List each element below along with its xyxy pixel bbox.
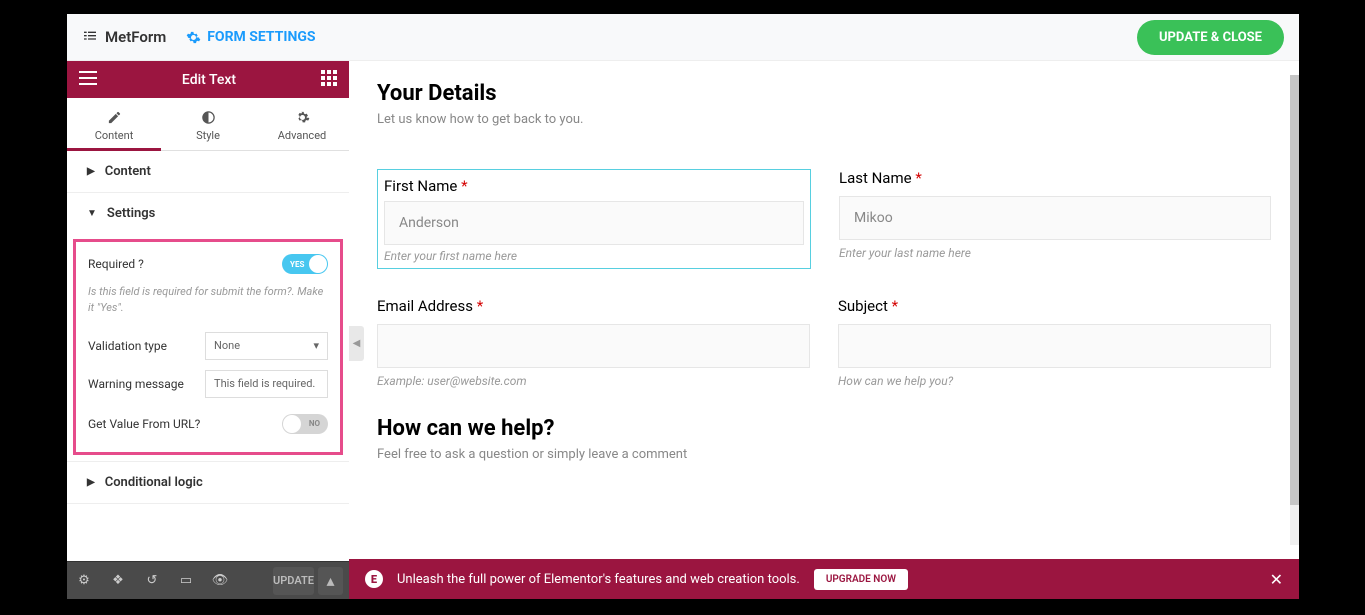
caret-right-icon: ▶	[87, 477, 95, 488]
tab-content[interactable]: Content	[67, 98, 161, 150]
accordion-content[interactable]: ▶ Content	[67, 151, 349, 192]
subject-hint: How can we help you?	[838, 374, 1271, 388]
accordion-settings[interactable]: ▼ Settings	[67, 193, 349, 234]
required-label: Required ?	[88, 257, 144, 271]
lastname-hint: Enter your last name here	[839, 246, 1271, 260]
toggle-yes-text: YES	[290, 260, 304, 269]
sidebar-footer: ⚙ ❖ ↺ ▭ 👁 UPDATE ▴	[67, 561, 349, 599]
tab-content-label: Content	[95, 129, 134, 142]
footer-preview-icon[interactable]: 👁	[203, 562, 237, 600]
sidebar-tabs: Content Style Advanced	[67, 98, 349, 151]
accordion-settings-label: Settings	[107, 206, 155, 221]
topbar: MetForm FORM SETTINGS UPDATE & CLOSE	[67, 14, 1299, 61]
firstname-hint: Enter your first name here	[378, 249, 810, 263]
upgrade-button[interactable]: UPGRADE NOW	[814, 569, 908, 590]
email-hint: Example: user@website.com	[377, 374, 810, 388]
footer-settings-icon[interactable]: ⚙	[67, 562, 101, 600]
section-sub: Let us know how to get back to you.	[377, 112, 1271, 127]
lastname-input[interactable]	[839, 196, 1271, 240]
footer-update-dropdown[interactable]: ▴	[318, 567, 343, 595]
required-control: Required ? YES	[88, 254, 328, 274]
field-firstname-selected[interactable]: First Name * Enter your first name here	[377, 169, 811, 269]
form-settings-label: FORM SETTINGS	[207, 29, 315, 45]
firstname-input[interactable]	[384, 201, 804, 245]
pencil-icon	[107, 110, 122, 125]
required-toggle[interactable]: YES	[282, 254, 328, 274]
upgrade-banner: E Unleash the full power of Elementor's …	[349, 559, 1299, 599]
footer-layers-icon[interactable]: ❖	[101, 562, 135, 600]
accordion: ▶ Content ▼ Settings Required ? YES	[67, 151, 349, 504]
elementor-icon: E	[365, 570, 383, 588]
preview-scrollbar[interactable]	[1290, 75, 1299, 545]
section-title: Your Details	[377, 81, 1271, 106]
lastname-label: Last Name *	[839, 169, 1271, 187]
hamburger-icon[interactable]	[79, 71, 97, 89]
field-email[interactable]: Email Address * Example: user@website.co…	[377, 297, 810, 388]
footer-history-icon[interactable]: ↺	[135, 562, 169, 600]
getvalue-toggle[interactable]: NO	[282, 414, 328, 434]
required-help: Is this field is required for submit the…	[88, 284, 328, 316]
sidebar-header: Edit Text	[67, 61, 349, 98]
apps-icon[interactable]	[321, 70, 337, 90]
toggle-no-text: NO	[309, 419, 320, 428]
accordion-conditional-label: Conditional logic	[105, 475, 203, 490]
email-label: Email Address *	[377, 297, 810, 315]
caret-down-icon: ▼	[87, 208, 97, 219]
subject-label: Subject *	[838, 297, 1271, 315]
firstname-label: First Name *	[378, 170, 810, 195]
toggle-knob	[283, 415, 301, 433]
getvalue-label: Get Value From URL?	[88, 417, 200, 431]
section-title-2: How can we help?	[377, 416, 1271, 441]
tab-advanced[interactable]: Advanced	[255, 98, 349, 150]
tab-style[interactable]: Style	[161, 98, 255, 150]
footer-update-button[interactable]: UPDATE	[273, 567, 314, 595]
field-lastname[interactable]: Last Name * Enter your last name here	[839, 169, 1271, 269]
caret-right-icon: ▶	[87, 166, 95, 177]
sidebar-title: Edit Text	[182, 72, 236, 88]
accordion-content-label: Content	[105, 164, 151, 179]
warning-label: Warning message	[88, 377, 184, 391]
subject-input[interactable]	[838, 324, 1271, 368]
email-input[interactable]	[377, 324, 810, 368]
toggle-knob	[309, 255, 327, 273]
chevron-down-icon: ▾	[313, 339, 319, 352]
warning-input[interactable]	[205, 370, 328, 398]
contrast-icon	[201, 110, 216, 125]
banner-text: Unleash the full power of Elementor's fe…	[397, 572, 800, 587]
footer-responsive-icon[interactable]: ▭	[169, 562, 203, 600]
sidebar: Edit Text Content Style Advanced	[67, 61, 349, 599]
editor-modal: MetForm FORM SETTINGS UPDATE & CLOSE Edi…	[67, 14, 1299, 599]
logo: MetForm	[82, 28, 166, 46]
logo-text: MetForm	[105, 28, 166, 46]
sidebar-collapse-button[interactable]: ◀	[349, 326, 364, 361]
tab-advanced-label: Advanced	[278, 129, 326, 142]
validation-control: Validation type None ▾	[88, 332, 328, 360]
getvalue-control: Get Value From URL? NO	[88, 414, 328, 434]
tab-style-label: Style	[196, 129, 220, 142]
validation-value: None	[214, 339, 240, 352]
settings-panel: Required ? YES Is this field is required…	[73, 239, 343, 455]
gear-icon	[186, 30, 201, 45]
cog-icon	[295, 110, 310, 125]
update-close-button[interactable]: UPDATE & CLOSE	[1137, 20, 1284, 55]
scrollbar-thumb[interactable]	[1290, 75, 1299, 505]
warning-control: Warning message	[88, 370, 328, 398]
field-subject[interactable]: Subject * How can we help you?	[838, 297, 1271, 388]
form-settings-button[interactable]: FORM SETTINGS	[186, 29, 315, 45]
validation-label: Validation type	[88, 339, 167, 353]
metform-logo-icon	[82, 29, 98, 45]
accordion-conditional[interactable]: ▶ Conditional logic	[67, 462, 349, 503]
validation-select[interactable]: None ▾	[205, 332, 328, 360]
close-icon[interactable]: ✕	[1270, 570, 1283, 589]
preview-area: Your Details Let us know how to get back…	[349, 61, 1299, 599]
section-sub-2: Feel free to ask a question or simply le…	[377, 447, 1271, 462]
